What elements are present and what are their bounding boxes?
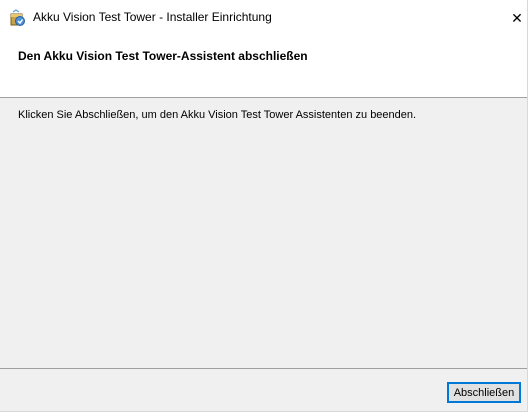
window-title: Akku Vision Test Tower - Installer Einri… bbox=[33, 10, 272, 24]
installer-window: Akku Vision Test Tower - Installer Einri… bbox=[0, 0, 528, 412]
installer-icon bbox=[10, 9, 25, 26]
finish-button[interactable]: Abschließen bbox=[447, 382, 521, 403]
finish-message: Klicken Sie Abschließen, um den Akku Vis… bbox=[18, 109, 417, 121]
wizard-content: Klicken Sie Abschließen, um den Akku Vis… bbox=[0, 98, 527, 369]
page-title: Den Akku Vision Test Tower-Assistent abs… bbox=[18, 49, 308, 63]
wizard-footer: Abschließen bbox=[0, 369, 527, 411]
title-bar[interactable]: Akku Vision Test Tower - Installer Einri… bbox=[0, 0, 527, 35]
close-icon[interactable]: ✕ bbox=[506, 6, 528, 30]
wizard-header: Den Akku Vision Test Tower-Assistent abs… bbox=[0, 35, 527, 98]
